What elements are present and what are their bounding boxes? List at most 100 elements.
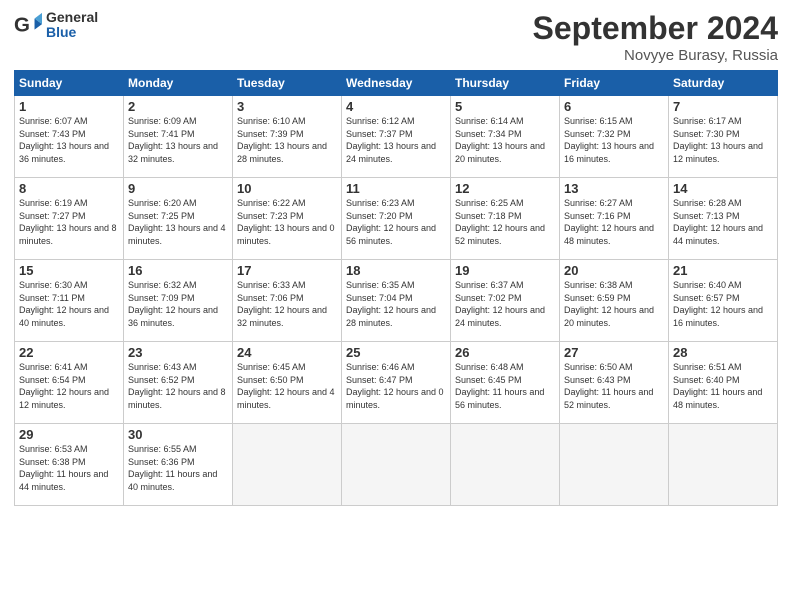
- location-title: Novyye Burasy, Russia: [533, 47, 778, 64]
- calendar-cell: 11Sunrise: 6:23 AMSunset: 7:20 PMDayligh…: [342, 178, 451, 260]
- day-number: 30: [128, 427, 228, 442]
- col-thursday: Thursday: [451, 71, 560, 96]
- col-tuesday: Tuesday: [233, 71, 342, 96]
- day-number: 13: [564, 181, 664, 196]
- title-block: September 2024 Novyye Burasy, Russia: [533, 10, 778, 64]
- day-info: Sunrise: 6:41 AMSunset: 6:54 PMDaylight:…: [19, 361, 119, 411]
- day-info: Sunrise: 6:15 AMSunset: 7:32 PMDaylight:…: [564, 115, 664, 165]
- calendar-cell: 14Sunrise: 6:28 AMSunset: 7:13 PMDayligh…: [669, 178, 778, 260]
- calendar-cell: 9Sunrise: 6:20 AMSunset: 7:25 PMDaylight…: [124, 178, 233, 260]
- day-number: 11: [346, 181, 446, 196]
- day-number: 14: [673, 181, 773, 196]
- day-info: Sunrise: 6:23 AMSunset: 7:20 PMDaylight:…: [346, 197, 446, 247]
- day-info: Sunrise: 6:09 AMSunset: 7:41 PMDaylight:…: [128, 115, 228, 165]
- calendar-cell: [560, 424, 669, 506]
- day-info: Sunrise: 6:28 AMSunset: 7:13 PMDaylight:…: [673, 197, 773, 247]
- calendar-cell: 19Sunrise: 6:37 AMSunset: 7:02 PMDayligh…: [451, 260, 560, 342]
- svg-text:G: G: [14, 14, 30, 37]
- day-number: 3: [237, 99, 337, 114]
- day-info: Sunrise: 6:43 AMSunset: 6:52 PMDaylight:…: [128, 361, 228, 411]
- col-friday: Friday: [560, 71, 669, 96]
- calendar-week-5: 29Sunrise: 6:53 AMSunset: 6:38 PMDayligh…: [15, 424, 778, 506]
- day-number: 10: [237, 181, 337, 196]
- day-info: Sunrise: 6:53 AMSunset: 6:38 PMDaylight:…: [19, 443, 119, 493]
- month-title: September 2024: [533, 10, 778, 47]
- day-number: 26: [455, 345, 555, 360]
- calendar-cell: 21Sunrise: 6:40 AMSunset: 6:57 PMDayligh…: [669, 260, 778, 342]
- day-number: 7: [673, 99, 773, 114]
- calendar-cell: 23Sunrise: 6:43 AMSunset: 6:52 PMDayligh…: [124, 342, 233, 424]
- col-wednesday: Wednesday: [342, 71, 451, 96]
- day-info: Sunrise: 6:20 AMSunset: 7:25 PMDaylight:…: [128, 197, 228, 247]
- calendar-cell: [669, 424, 778, 506]
- day-info: Sunrise: 6:19 AMSunset: 7:27 PMDaylight:…: [19, 197, 119, 247]
- calendar-cell: 15Sunrise: 6:30 AMSunset: 7:11 PMDayligh…: [15, 260, 124, 342]
- day-info: Sunrise: 6:33 AMSunset: 7:06 PMDaylight:…: [237, 279, 337, 329]
- calendar-cell: 27Sunrise: 6:50 AMSunset: 6:43 PMDayligh…: [560, 342, 669, 424]
- calendar-table: Sunday Monday Tuesday Wednesday Thursday…: [14, 70, 778, 506]
- day-info: Sunrise: 6:14 AMSunset: 7:34 PMDaylight:…: [455, 115, 555, 165]
- day-info: Sunrise: 6:10 AMSunset: 7:39 PMDaylight:…: [237, 115, 337, 165]
- calendar-cell: 25Sunrise: 6:46 AMSunset: 6:47 PMDayligh…: [342, 342, 451, 424]
- calendar-cell: 26Sunrise: 6:48 AMSunset: 6:45 PMDayligh…: [451, 342, 560, 424]
- day-number: 23: [128, 345, 228, 360]
- day-number: 18: [346, 263, 446, 278]
- calendar-cell: 1Sunrise: 6:07 AMSunset: 7:43 PMDaylight…: [15, 96, 124, 178]
- day-info: Sunrise: 6:22 AMSunset: 7:23 PMDaylight:…: [237, 197, 337, 247]
- calendar-cell: [342, 424, 451, 506]
- day-info: Sunrise: 6:38 AMSunset: 6:59 PMDaylight:…: [564, 279, 664, 329]
- day-number: 21: [673, 263, 773, 278]
- day-info: Sunrise: 6:07 AMSunset: 7:43 PMDaylight:…: [19, 115, 119, 165]
- calendar-cell: 6Sunrise: 6:15 AMSunset: 7:32 PMDaylight…: [560, 96, 669, 178]
- day-number: 12: [455, 181, 555, 196]
- day-number: 17: [237, 263, 337, 278]
- day-info: Sunrise: 6:55 AMSunset: 6:36 PMDaylight:…: [128, 443, 228, 493]
- calendar-cell: 12Sunrise: 6:25 AMSunset: 7:18 PMDayligh…: [451, 178, 560, 260]
- day-number: 28: [673, 345, 773, 360]
- day-number: 4: [346, 99, 446, 114]
- col-monday: Monday: [124, 71, 233, 96]
- day-number: 25: [346, 345, 446, 360]
- day-info: Sunrise: 6:37 AMSunset: 7:02 PMDaylight:…: [455, 279, 555, 329]
- calendar-cell: 2Sunrise: 6:09 AMSunset: 7:41 PMDaylight…: [124, 96, 233, 178]
- header: G General Blue September 2024 Novyye Bur…: [14, 10, 778, 64]
- calendar-cell: 17Sunrise: 6:33 AMSunset: 7:06 PMDayligh…: [233, 260, 342, 342]
- calendar-cell: 4Sunrise: 6:12 AMSunset: 7:37 PMDaylight…: [342, 96, 451, 178]
- logo-icon: G: [14, 11, 42, 39]
- calendar-cell: 24Sunrise: 6:45 AMSunset: 6:50 PMDayligh…: [233, 342, 342, 424]
- calendar-week-1: 1Sunrise: 6:07 AMSunset: 7:43 PMDaylight…: [15, 96, 778, 178]
- calendar-week-2: 8Sunrise: 6:19 AMSunset: 7:27 PMDaylight…: [15, 178, 778, 260]
- header-row: Sunday Monday Tuesday Wednesday Thursday…: [15, 71, 778, 96]
- day-info: Sunrise: 6:30 AMSunset: 7:11 PMDaylight:…: [19, 279, 119, 329]
- calendar-cell: 8Sunrise: 6:19 AMSunset: 7:27 PMDaylight…: [15, 178, 124, 260]
- day-info: Sunrise: 6:25 AMSunset: 7:18 PMDaylight:…: [455, 197, 555, 247]
- col-sunday: Sunday: [15, 71, 124, 96]
- calendar-cell: 22Sunrise: 6:41 AMSunset: 6:54 PMDayligh…: [15, 342, 124, 424]
- day-info: Sunrise: 6:50 AMSunset: 6:43 PMDaylight:…: [564, 361, 664, 411]
- logo: G General Blue: [14, 10, 98, 41]
- day-number: 19: [455, 263, 555, 278]
- day-info: Sunrise: 6:12 AMSunset: 7:37 PMDaylight:…: [346, 115, 446, 165]
- col-saturday: Saturday: [669, 71, 778, 96]
- logo-general-text: General: [46, 10, 98, 25]
- day-info: Sunrise: 6:17 AMSunset: 7:30 PMDaylight:…: [673, 115, 773, 165]
- calendar-cell: 16Sunrise: 6:32 AMSunset: 7:09 PMDayligh…: [124, 260, 233, 342]
- calendar-cell: 28Sunrise: 6:51 AMSunset: 6:40 PMDayligh…: [669, 342, 778, 424]
- calendar-container: G General Blue September 2024 Novyye Bur…: [0, 0, 792, 516]
- day-number: 27: [564, 345, 664, 360]
- day-number: 16: [128, 263, 228, 278]
- day-number: 22: [19, 345, 119, 360]
- day-number: 29: [19, 427, 119, 442]
- calendar-cell: 3Sunrise: 6:10 AMSunset: 7:39 PMDaylight…: [233, 96, 342, 178]
- calendar-cell: 18Sunrise: 6:35 AMSunset: 7:04 PMDayligh…: [342, 260, 451, 342]
- day-info: Sunrise: 6:27 AMSunset: 7:16 PMDaylight:…: [564, 197, 664, 247]
- day-info: Sunrise: 6:51 AMSunset: 6:40 PMDaylight:…: [673, 361, 773, 411]
- calendar-cell: [451, 424, 560, 506]
- day-number: 24: [237, 345, 337, 360]
- day-info: Sunrise: 6:48 AMSunset: 6:45 PMDaylight:…: [455, 361, 555, 411]
- calendar-week-3: 15Sunrise: 6:30 AMSunset: 7:11 PMDayligh…: [15, 260, 778, 342]
- day-number: 15: [19, 263, 119, 278]
- calendar-cell: 10Sunrise: 6:22 AMSunset: 7:23 PMDayligh…: [233, 178, 342, 260]
- calendar-week-4: 22Sunrise: 6:41 AMSunset: 6:54 PMDayligh…: [15, 342, 778, 424]
- day-info: Sunrise: 6:35 AMSunset: 7:04 PMDaylight:…: [346, 279, 446, 329]
